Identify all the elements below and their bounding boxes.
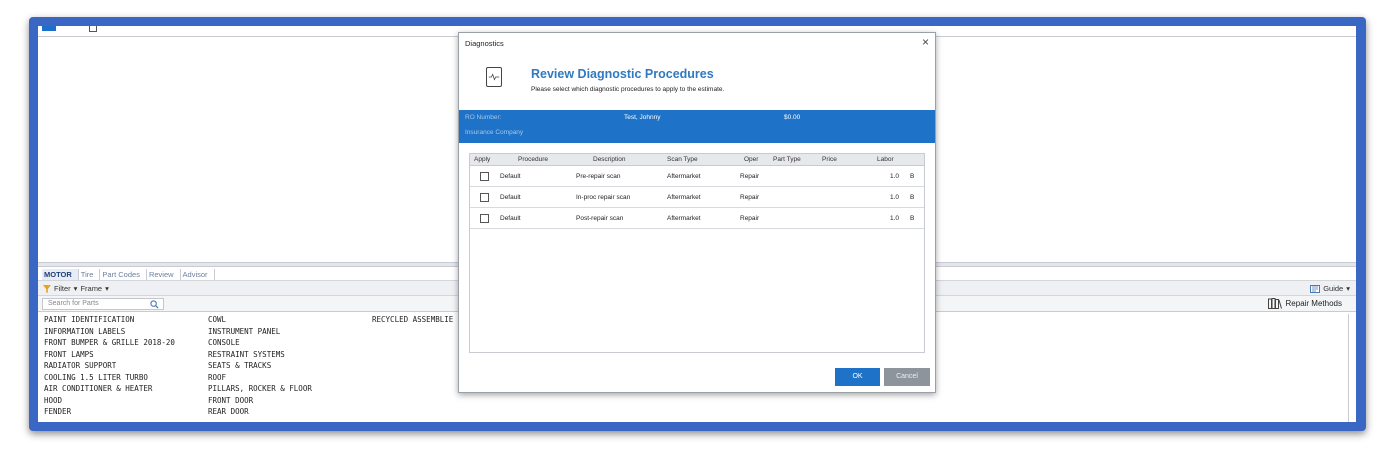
tab-tire[interactable]: Tire [79,269,101,280]
labor-type-cell: B [910,215,915,222]
description-cell: Post-repair scan [576,215,624,222]
oper-cell: Repair [740,173,760,180]
checkbox-icon[interactable] [89,26,97,32]
labor-cell: 1.0 [890,215,900,222]
diagnostic-icon [486,67,502,87]
part-item[interactable]: FRONT LAMPS [44,349,175,361]
parts-column-2: COWL INSTRUMENT PANEL CONSOLE RESTRAINT … [208,314,312,418]
search-input[interactable]: Search for Parts [42,298,164,310]
column-header[interactable]: Apply [474,156,490,163]
column-header[interactable]: Description [593,156,626,163]
diagnostics-dialog: Diagnostics × Review Diagnostic Procedur… [458,32,936,393]
column-header[interactable]: Price [822,156,837,163]
table-row[interactable]: Default In-proc repair scan Aftermarket … [470,188,924,208]
search-icon[interactable] [150,300,159,309]
part-item[interactable]: FRONT DOOR [208,395,312,407]
filter-button[interactable]: Filter [54,284,71,293]
table-row[interactable]: Default Pre-repair scan Aftermarket Repa… [470,167,924,187]
active-indicator [42,26,56,31]
ro-amount: $0.00 [784,114,801,121]
books-icon [1267,298,1282,309]
tab-part-codes[interactable]: Part Codes [100,269,147,280]
labor-cell: 1.0 [890,194,900,201]
labor-type-cell: B [910,194,915,201]
part-item[interactable]: REAR DOOR [208,406,312,418]
filter-group: Filter ▾ Frame ▾ [43,284,109,293]
apply-checkbox[interactable] [480,214,489,223]
procedure-cell: Default [500,215,521,222]
column-header[interactable]: Procedure [518,156,548,163]
procedure-cell: Default [500,173,521,180]
ok-button[interactable]: OK [835,368,880,386]
dialog-title: Diagnostics [465,39,504,48]
part-item[interactable]: SEATS & TRACKS [208,360,312,372]
scan-type-cell: Aftermarket [667,173,701,180]
frame-button[interactable]: Frame [80,284,102,293]
chevron-down-icon: ▾ [1346,284,1350,293]
insurance-company-label: Insurance Company [465,129,524,136]
guide-button[interactable]: Guide [1323,284,1343,293]
part-item[interactable]: AIR CONDITIONER & HEATER [44,383,175,395]
guide-group: Guide ▾ [1310,284,1350,293]
column-header[interactable]: Part Type [773,156,801,163]
dialog-heading: Review Diagnostic Procedures [531,67,714,81]
column-header[interactable]: Scan Type [667,156,698,163]
apply-checkbox[interactable] [480,193,489,202]
part-item[interactable]: PILLARS, ROCKER & FLOOR [208,383,312,395]
part-item[interactable]: RECYCLED ASSEMBLIE [372,314,453,326]
oper-cell: Repair [740,215,760,222]
scan-type-cell: Aftermarket [667,215,701,222]
column-header[interactable]: Oper [744,156,758,163]
chevron-down-icon: ▾ [73,284,78,293]
part-item[interactable]: FENDER [44,406,175,418]
repair-methods-button[interactable]: Repair Methods [1267,298,1342,309]
scrollbar[interactable] [1348,314,1352,422]
oper-cell: Repair [740,194,760,201]
ro-number-label: RO Number: [465,114,502,121]
procedure-cell: Default [500,194,521,201]
column-header[interactable]: Labor [877,156,894,163]
description-cell: In-proc repair scan [576,194,631,201]
repair-methods-label: Repair Methods [1285,299,1342,308]
part-item[interactable]: CONSOLE [208,337,312,349]
part-item[interactable]: PAINT IDENTIFICATION [44,314,175,326]
part-item[interactable]: RESTRAINT SYSTEMS [208,349,312,361]
tab-advisor[interactable]: Advisor [181,269,215,280]
tab-motor[interactable]: MOTOR [42,269,79,280]
close-icon[interactable]: × [922,36,929,48]
tab-review[interactable]: Review [147,269,181,280]
filter-icon [43,284,51,293]
guide-icon [1310,284,1321,293]
ro-info-band: RO Number: Test, Johnny $0.00 Insurance … [459,110,935,143]
cancel-button[interactable]: Cancel [884,368,930,386]
part-item[interactable]: RADIATOR SUPPORT [44,360,175,372]
chevron-down-icon: ▾ [105,284,109,293]
labor-type-cell: B [910,173,915,180]
parts-column-3: RECYCLED ASSEMBLIE [372,314,453,326]
parts-tabs: MOTOR Tire Part Codes Review Advisor [42,269,215,280]
procedures-table: Apply Procedure Description Scan Type Op… [469,153,925,353]
parts-column-1: PAINT IDENTIFICATION INFORMATION LABELS … [44,314,175,418]
table-header: Apply Procedure Description Scan Type Op… [470,154,924,166]
part-item[interactable]: COOLING 1.5 LITER TURBO [44,372,175,384]
scan-type-cell: Aftermarket [667,194,701,201]
part-item[interactable]: ROOF [208,372,312,384]
table-row[interactable]: Default Post-repair scan Aftermarket Rep… [470,209,924,229]
dialog-subheading: Please select which diagnostic procedure… [531,86,725,93]
part-item[interactable]: INFORMATION LABELS [44,326,175,338]
part-item[interactable]: FRONT BUMPER & GRILLE 2018-20 [44,337,175,349]
part-item[interactable]: HOOD [44,395,175,407]
description-cell: Pre-repair scan [576,173,621,180]
labor-cell: 1.0 [890,173,900,180]
apply-checkbox[interactable] [480,172,489,181]
part-item[interactable]: COWL [208,314,312,326]
part-item[interactable]: INSTRUMENT PANEL [208,326,312,338]
ro-customer-name: Test, Johnny [624,114,661,121]
